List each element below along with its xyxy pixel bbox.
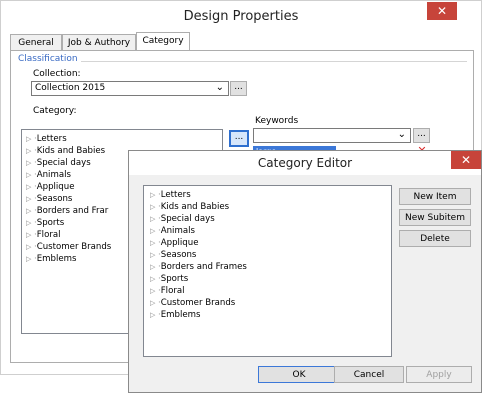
- editor-category-tree-item[interactable]: ▷ ·Applique: [150, 237, 391, 249]
- keywords-select[interactable]: ⌄: [253, 128, 411, 143]
- category-label: Category:: [33, 106, 77, 116]
- expand-arrow-icon[interactable]: ▷: [150, 285, 158, 297]
- tab-job-authory[interactable]: Job & Authory: [62, 34, 136, 51]
- expand-arrow-icon[interactable]: ▷: [150, 225, 158, 237]
- tree-item-label: Seasons: [36, 194, 73, 204]
- expand-arrow-icon[interactable]: ▷: [26, 133, 34, 145]
- tree-item-label: Emblems: [160, 310, 201, 320]
- collection-browse-button[interactable]: ...: [230, 81, 247, 96]
- editor-close-icon[interactable]: ✕: [451, 151, 481, 169]
- editor-category-tree-item[interactable]: ▷ ·Floral: [150, 285, 391, 297]
- expand-arrow-icon[interactable]: ▷: [26, 181, 34, 193]
- tree-item-label: Special days: [36, 158, 91, 168]
- expand-arrow-icon[interactable]: ▷: [26, 145, 34, 157]
- tree-item-label: Borders and Frar: [36, 206, 109, 216]
- classification-legend: Classification: [15, 54, 81, 64]
- window-title: Design Properties: [183, 9, 299, 24]
- expand-arrow-icon[interactable]: ▷: [150, 237, 158, 249]
- title-bar: Design Properties ✕: [1, 1, 481, 31]
- expand-arrow-icon[interactable]: ▷: [150, 309, 158, 321]
- editor-category-tree[interactable]: ▷ ·Letters ▷ ·Kids and Babies ▷ ·Special days…: [143, 185, 392, 357]
- tree-item-label: Borders and Frames: [160, 262, 247, 272]
- new-item-button[interactable]: New Item: [399, 188, 471, 205]
- apply-button[interactable]: Apply: [406, 366, 472, 383]
- tree-item-label: Kids and Babies: [160, 202, 230, 212]
- category-tree-item[interactable]: ▷ ·Letters: [26, 133, 222, 145]
- editor-category-tree-item[interactable]: ▷ ·Special days: [150, 213, 391, 225]
- tree-item-label: Applique: [160, 238, 199, 248]
- ok-button[interactable]: OK: [258, 366, 340, 383]
- tree-item-label: Applique: [36, 182, 75, 192]
- edit-category-button[interactable]: ...: [229, 130, 249, 147]
- tree-item-label: Kids and Babies: [36, 146, 106, 156]
- tab-general[interactable]: General: [10, 34, 62, 51]
- tree-item-label: Customer Brands: [36, 242, 112, 252]
- tree-item-label: Customer Brands: [160, 298, 236, 308]
- expand-arrow-icon[interactable]: ▷: [26, 205, 34, 217]
- keywords-browse-button[interactable]: ...: [413, 128, 430, 143]
- keywords-label: Keywords: [255, 116, 299, 126]
- tree-item-label: Animals: [160, 226, 195, 236]
- expand-arrow-icon[interactable]: ▷: [150, 249, 158, 261]
- expand-arrow-icon[interactable]: ▷: [26, 169, 34, 181]
- editor-category-tree-item[interactable]: ▷ ·Seasons: [150, 249, 391, 261]
- chevron-down-icon: ⌄: [215, 82, 224, 93]
- new-subitem-button[interactable]: New Subitem: [399, 209, 471, 226]
- tree-item-label: Letters: [160, 190, 191, 200]
- expand-arrow-icon[interactable]: ▷: [150, 297, 158, 309]
- tab-category[interactable]: Category: [136, 32, 190, 51]
- expand-arrow-icon[interactable]: ▷: [150, 201, 158, 213]
- tree-item-label: Special days: [160, 214, 215, 224]
- expand-arrow-icon[interactable]: ▷: [150, 273, 158, 285]
- expand-arrow-icon[interactable]: ▷: [26, 193, 34, 205]
- expand-arrow-icon[interactable]: ▷: [150, 189, 158, 201]
- editor-category-tree-item[interactable]: ▷ ·Sports: [150, 273, 391, 285]
- collection-select[interactable]: Collection 2015 ⌄: [31, 81, 229, 96]
- cancel-button[interactable]: Cancel: [334, 366, 404, 383]
- expand-arrow-icon[interactable]: ▷: [150, 213, 158, 225]
- classification-divider: [21, 61, 467, 62]
- editor-category-tree-item[interactable]: ▷ ·Customer Brands: [150, 297, 391, 309]
- editor-title: Category Editor: [257, 156, 353, 170]
- editor-category-tree-item[interactable]: ▷ ·Emblems: [150, 309, 391, 321]
- chevron-down-icon: ⌄: [397, 129, 406, 140]
- expand-arrow-icon[interactable]: ▷: [26, 157, 34, 169]
- expand-arrow-icon[interactable]: ▷: [26, 229, 34, 241]
- delete-button[interactable]: Delete: [399, 230, 471, 247]
- tree-item-label: Floral: [36, 230, 61, 240]
- collection-value: Collection 2015: [35, 83, 106, 93]
- tree-item-label: Letters: [36, 134, 67, 144]
- tree-item-label: Sports: [36, 218, 65, 228]
- close-icon[interactable]: ✕: [427, 2, 457, 20]
- editor-category-tree-item[interactable]: ▷ ·Letters: [150, 189, 391, 201]
- tree-item-label: Animals: [36, 170, 71, 180]
- expand-arrow-icon[interactable]: ▷: [26, 241, 34, 253]
- category-editor-window: Category Editor ✕ ▷ ·Letters ▷ ·Kids and Ba…: [128, 150, 482, 393]
- collection-label: Collection:: [33, 69, 81, 79]
- expand-arrow-icon[interactable]: ▷: [26, 217, 34, 229]
- editor-title-bar: Category Editor ✕: [129, 151, 481, 175]
- editor-category-tree-item[interactable]: ▷ ·Animals: [150, 225, 391, 237]
- editor-category-tree-item[interactable]: ▷ ·Kids and Babies: [150, 201, 391, 213]
- expand-arrow-icon[interactable]: ▷: [150, 261, 158, 273]
- expand-arrow-icon[interactable]: ▷: [26, 253, 34, 265]
- editor-category-tree-item[interactable]: ▷ ·Borders and Frames: [150, 261, 391, 273]
- tree-item-label: Emblems: [36, 254, 77, 264]
- tree-item-label: Sports: [160, 274, 189, 284]
- tree-item-label: Seasons: [160, 250, 197, 260]
- tree-item-label: Floral: [160, 286, 185, 296]
